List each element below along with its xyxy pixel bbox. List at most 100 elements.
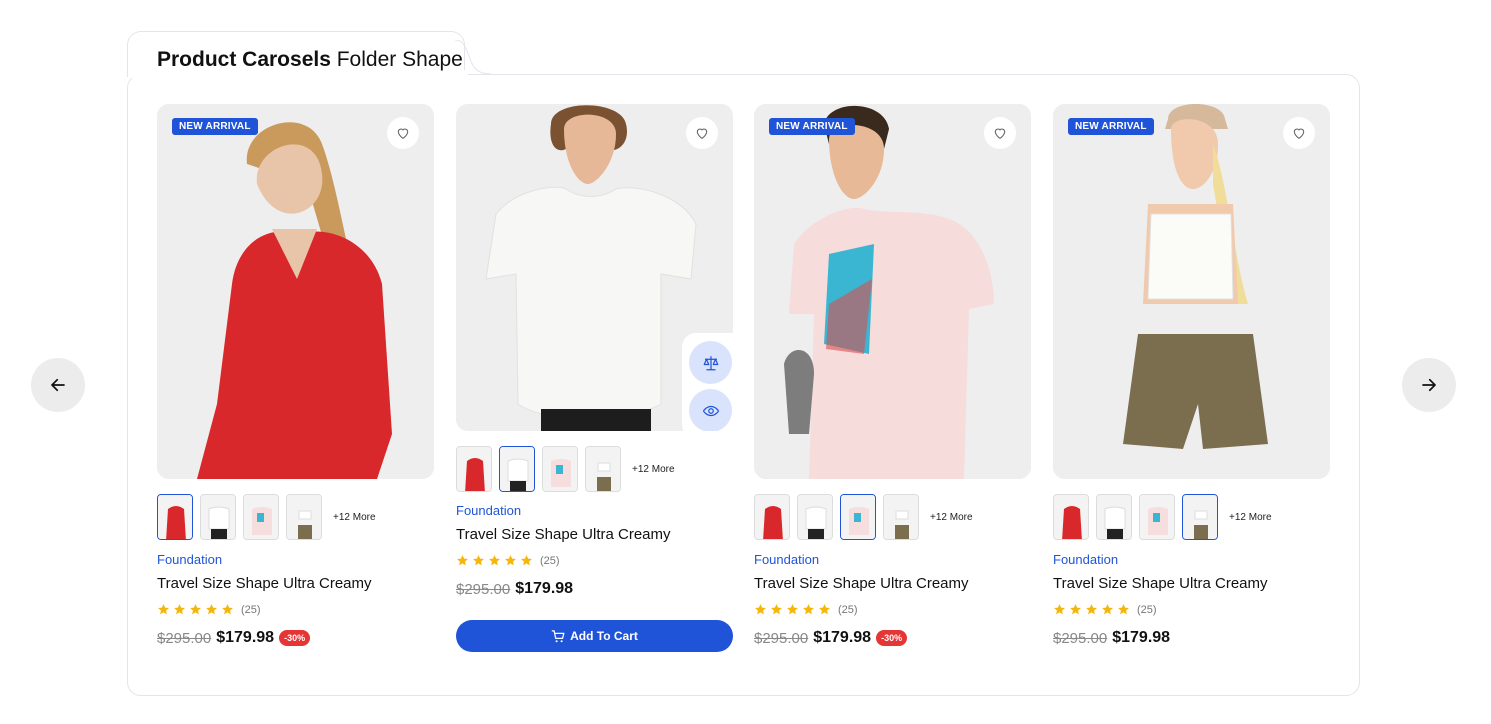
- side-actions: [689, 341, 733, 431]
- star-icon: [489, 555, 500, 566]
- swatch-white-tee[interactable]: [797, 494, 833, 540]
- star-icon: [206, 604, 217, 615]
- wishlist-button[interactable]: [686, 117, 718, 149]
- product-photo: [1053, 104, 1330, 479]
- wishlist-button[interactable]: [984, 117, 1016, 149]
- old-price: $295.00: [754, 629, 809, 647]
- swatch-crop-top[interactable]: [883, 494, 919, 540]
- add-to-cart-label: Add To Cart: [570, 629, 638, 643]
- new-arrival-badge: NEW ARRIVAL: [769, 118, 855, 135]
- swatch-pink-tee[interactable]: [542, 446, 578, 492]
- swatch-pink-tee[interactable]: [243, 494, 279, 540]
- star-icon: [190, 604, 201, 615]
- more-swatches-label[interactable]: +12 More: [333, 512, 376, 523]
- product-image[interactable]: [456, 104, 733, 431]
- color-swatches: +12 More: [157, 494, 376, 540]
- swatch-red-dress[interactable]: [456, 446, 492, 492]
- product-card[interactable]: NEW ARRIVAL +12 More Foundation Travel S…: [754, 104, 1031, 647]
- section-title-bold: Product Carosels: [157, 48, 331, 71]
- arrow-left-icon: [51, 378, 65, 392]
- product-category[interactable]: Foundation: [754, 552, 819, 567]
- wishlist-button[interactable]: [387, 117, 419, 149]
- product-name[interactable]: Travel Size Shape Ultra Creamy: [456, 526, 671, 543]
- product-name[interactable]: Travel Size Shape Ultra Creamy: [1053, 575, 1268, 592]
- swatch-red-dress[interactable]: [754, 494, 790, 540]
- product-card[interactable]: NEW ARRIVAL +12 More Foundation Travel S…: [157, 104, 434, 647]
- swatch-thumb: [755, 495, 789, 539]
- price-row: $295.00 $179.98: [456, 580, 573, 598]
- eye-icon: [702, 405, 719, 416]
- more-swatches-label[interactable]: +12 More: [1229, 512, 1272, 523]
- star-icon: [222, 604, 233, 615]
- sale-price: $179.98: [813, 629, 872, 646]
- rating-count: (25): [241, 603, 261, 616]
- more-swatches-label[interactable]: +12 More: [632, 464, 675, 475]
- star-icon: [755, 604, 766, 615]
- new-arrival-badge: NEW ARRIVAL: [172, 118, 258, 135]
- star-icon: [1118, 604, 1129, 615]
- product-card[interactable]: +12 More Foundation Travel Size Shape Ul…: [456, 104, 733, 652]
- product-rating: (25): [157, 603, 261, 616]
- swatch-thumb: [586, 447, 620, 491]
- swatch-crop-top[interactable]: [585, 446, 621, 492]
- more-swatches-label[interactable]: +12 More: [930, 512, 973, 523]
- product-category[interactable]: Foundation: [456, 503, 521, 518]
- compare-button[interactable]: [689, 341, 732, 384]
- color-swatches: +12 More: [456, 446, 675, 492]
- star-icon: [1070, 604, 1081, 615]
- swatch-thumb: [457, 447, 491, 491]
- new-arrival-badge: NEW ARRIVAL: [1068, 118, 1154, 135]
- swatch-thumb: [841, 495, 875, 539]
- star-icon: [174, 604, 185, 615]
- product-image[interactable]: NEW ARRIVAL: [754, 104, 1031, 479]
- quick-view-button[interactable]: [689, 389, 732, 431]
- product-rating: (25): [456, 554, 560, 567]
- swatch-pink-tee[interactable]: [1139, 494, 1175, 540]
- discount-badge: -30%: [876, 630, 908, 646]
- swatch-thumb: [287, 495, 321, 539]
- star-icon: [1086, 604, 1097, 615]
- star-icon: [819, 604, 830, 615]
- product-photo: [157, 104, 434, 479]
- product-category[interactable]: Foundation: [157, 552, 222, 567]
- product-rating: (25): [1053, 603, 1157, 616]
- add-to-cart-button[interactable]: Add To Cart: [456, 620, 733, 652]
- product-card[interactable]: NEW ARRIVAL +12 More Foundation Travel S…: [1053, 104, 1330, 647]
- swatch-red-dress[interactable]: [1053, 494, 1089, 540]
- discount-badge: -30%: [279, 630, 311, 646]
- product-image[interactable]: NEW ARRIVAL: [157, 104, 434, 479]
- rating-count: (25): [1137, 603, 1157, 616]
- star-icon: [158, 604, 169, 615]
- cart-icon: [551, 629, 565, 642]
- swatch-white-tee[interactable]: [1096, 494, 1132, 540]
- product-photo: [754, 104, 1031, 479]
- swatch-pink-tee[interactable]: [840, 494, 876, 540]
- swatch-crop-top[interactable]: [286, 494, 322, 540]
- product-image[interactable]: NEW ARRIVAL: [1053, 104, 1330, 479]
- product-name[interactable]: Travel Size Shape Ultra Creamy: [157, 575, 372, 592]
- swatch-thumb: [158, 495, 192, 539]
- swatch-thumb: [1054, 495, 1088, 539]
- swatch-white-tee[interactable]: [499, 446, 535, 492]
- product-name[interactable]: Travel Size Shape Ultra Creamy: [754, 575, 969, 592]
- old-price: $295.00: [157, 629, 212, 647]
- swatch-red-dress[interactable]: [157, 494, 193, 540]
- swatch-crop-top[interactable]: [1182, 494, 1218, 540]
- swatch-thumb: [500, 447, 534, 491]
- product-rating: (25): [754, 603, 858, 616]
- swatch-white-tee[interactable]: [200, 494, 236, 540]
- scale-icon: [703, 355, 718, 370]
- carousel-next-button[interactable]: [1402, 358, 1456, 412]
- carousel-prev-button[interactable]: [31, 358, 85, 412]
- heart-icon: [1293, 128, 1305, 139]
- heart-icon: [994, 128, 1006, 139]
- swatch-thumb: [543, 447, 577, 491]
- wishlist-button[interactable]: [1283, 117, 1315, 149]
- arrow-right-icon: [1422, 378, 1436, 392]
- star-icon: [787, 604, 798, 615]
- swatch-thumb: [798, 495, 832, 539]
- rating-count: (25): [540, 554, 560, 567]
- section-title-light: Folder Shape: [336, 48, 463, 71]
- product-category[interactable]: Foundation: [1053, 552, 1118, 567]
- swatch-thumb: [1097, 495, 1131, 539]
